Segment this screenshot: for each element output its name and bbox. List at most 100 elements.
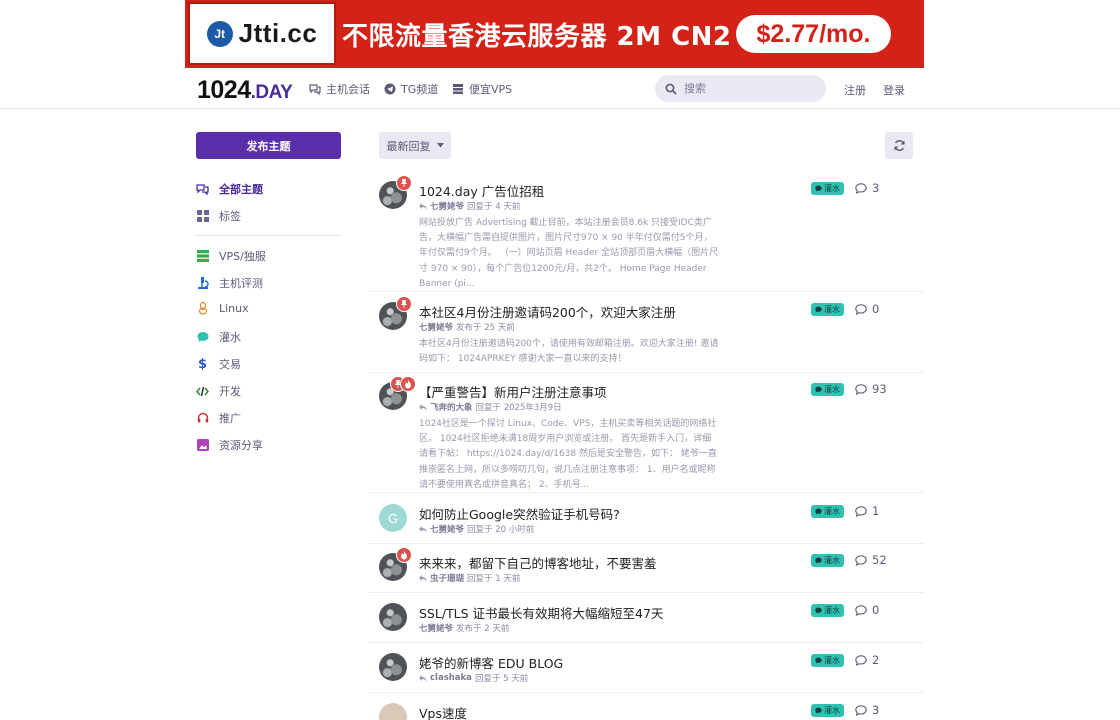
discussion-time: 发布于 2 天前 — [456, 624, 510, 634]
tag-badge[interactable]: 灌水 — [811, 505, 844, 518]
user-avatar[interactable] — [379, 653, 407, 681]
register-button[interactable]: 注册 — [844, 82, 866, 98]
comments-icon — [196, 183, 209, 196]
sidebar-divider — [196, 235, 341, 236]
sidebar-item-label: 主机评测 — [219, 277, 263, 290]
headset-icon — [196, 412, 209, 425]
discussion-item[interactable]: 来来来，都留下自己的博客地址，不要害羞 虫子珊瑚 回复于 1 天前 灌水 52 — [368, 547, 924, 593]
sidebar-item-resources[interactable]: 资源分享 — [196, 437, 263, 453]
sidebar-item-promote[interactable]: 推广 — [196, 410, 241, 426]
tag-badge[interactable]: 灌水 — [811, 654, 844, 667]
discussion-time: 回复于 4 天前 — [467, 202, 521, 212]
refresh-button[interactable] — [885, 132, 913, 159]
discussion-title[interactable]: Vps速度 — [419, 703, 467, 720]
discussion-author[interactable]: 七舅姥爷 — [419, 321, 453, 333]
user-avatar[interactable] — [379, 703, 407, 720]
nav-link-host-chat[interactable]: 主机会话 — [309, 81, 370, 97]
nav-link-label: 便宜VPS — [469, 83, 513, 96]
discussion-author[interactable]: 七舅姥爷 — [430, 523, 464, 535]
discussion-title[interactable]: SSL/TLS 证书最长有效期将大幅缩短至47天 — [419, 603, 663, 622]
discussion-title[interactable]: 如何防止Google突然验证手机号码? — [419, 504, 620, 523]
discussion-meta: 飞奔的大象 回复于 2025年3月9日 — [419, 401, 562, 413]
chat-bubbles-icon — [309, 84, 321, 95]
comment-icon — [855, 383, 867, 395]
ad-banner[interactable]: Jt Jtti.cc 不限流量香港云服务器 2M CN2 $2.77/mo. — [185, 0, 924, 68]
discussion-time: 回复于 1 天前 — [467, 574, 521, 584]
discussion-author[interactable]: 虫子珊瑚 — [430, 572, 464, 584]
discussion-item[interactable]: 1024.day 广告位招租 七舅姥爷 回复于 4 天前 网站投放广告 Adve… — [368, 175, 924, 292]
tag-label: 灌水 — [824, 184, 840, 193]
discussion-meta: 七舅姥爷 发布于 25 天前 — [419, 321, 515, 333]
discussion-author[interactable]: clashaka — [430, 673, 472, 683]
sidebar-item-vps[interactable]: VPS/独服 — [196, 248, 266, 264]
nav-link-cheap-vps[interactable]: 便宜VPS — [452, 81, 512, 97]
discussion-item[interactable]: 【严重警告】新用户注册注意事项 飞奔的大象 回复于 2025年3月9日 1024… — [368, 376, 924, 493]
chat-icon — [196, 331, 209, 344]
user-avatar[interactable]: G — [379, 504, 407, 532]
discussion-meta: clashaka 回复于 5 天前 — [419, 672, 528, 684]
reply-count[interactable]: 3 — [855, 703, 879, 717]
discussion-item[interactable]: SSL/TLS 证书最长有效期将大幅缩短至47天 七舅姥爷 发布于 2 天前 灌… — [368, 603, 924, 643]
sidebar-item-label: 资源分享 — [219, 439, 263, 452]
discussion-item[interactable]: 姥爷的新博客 EDU BLOG clashaka 回复于 5 天前 灌水 2 — [368, 653, 924, 693]
discussion-title[interactable]: 来来来，都留下自己的博客地址，不要害羞 — [419, 553, 657, 572]
discussion-item[interactable]: G 如何防止Google突然验证手机号码? 七舅姥爷 回复于 20 小时前 灌水… — [368, 504, 924, 544]
new-topic-button[interactable]: 发布主题 — [196, 132, 341, 159]
discussion-author[interactable]: 七舅姥爷 — [430, 200, 464, 212]
reply-count[interactable]: 3 — [855, 181, 879, 195]
sidebar-item-dev[interactable]: 开发 — [196, 383, 241, 399]
sidebar-item-tags[interactable]: 标签 — [196, 208, 241, 224]
reply-count-number: 3 — [872, 181, 880, 195]
discussion-title[interactable]: 姥爷的新博客 EDU BLOG — [419, 653, 563, 672]
discussion-author[interactable]: 七舅姥爷 — [419, 622, 453, 634]
discussion-time: 回复于 2025年3月9日 — [475, 403, 562, 413]
search-input[interactable] — [684, 82, 814, 95]
reply-count-number: 93 — [872, 382, 887, 396]
reply-count[interactable]: 52 — [855, 553, 887, 567]
discussion-title[interactable]: 【严重警告】新用户注册注意事项 — [419, 382, 607, 401]
comment-icon — [855, 182, 867, 194]
discussion-time: 回复于 20 小时前 — [467, 525, 535, 535]
tag-badge[interactable]: 灌水 — [811, 303, 844, 316]
server-icon — [196, 250, 209, 263]
tag-badge[interactable]: 灌水 — [811, 383, 844, 396]
jtti-logo-icon: Jt — [206, 20, 233, 47]
discussion-item[interactable]: Vps速度 灌水 3 — [368, 703, 924, 720]
user-avatar[interactable] — [379, 603, 407, 631]
site-logo[interactable]: 1024.DAY — [197, 76, 293, 105]
dollar-icon: $ — [197, 356, 208, 372]
discussion-title[interactable]: 本社区4月份注册邀请码200个，欢迎大家注册 — [419, 302, 676, 321]
telegram-icon — [384, 83, 396, 95]
reply-count[interactable]: 1 — [855, 504, 879, 518]
discussion-title[interactable]: 1024.day 广告位招租 — [419, 181, 544, 200]
tag-badge[interactable]: 灌水 — [811, 604, 844, 617]
image-icon — [196, 439, 209, 452]
code-icon — [196, 385, 209, 398]
discussion-author[interactable]: 飞奔的大象 — [430, 401, 473, 413]
reply-icon — [419, 525, 427, 532]
nav-link-tg-channel[interactable]: TG频道 — [384, 81, 438, 97]
reply-count[interactable]: 2 — [855, 653, 879, 667]
tag-badge[interactable]: 灌水 — [811, 182, 844, 195]
tag-label: 灌水 — [824, 305, 840, 314]
sidebar-item-host-review[interactable]: 主机评测 — [196, 275, 263, 291]
sort-dropdown[interactable]: 最新回复 — [379, 132, 451, 159]
tag-label: 灌水 — [824, 556, 840, 565]
chat-icon — [815, 607, 822, 614]
tag-badge[interactable]: 灌水 — [811, 704, 844, 717]
comment-icon — [855, 554, 867, 566]
reply-count[interactable]: 93 — [855, 382, 887, 396]
tag-badge[interactable]: 灌水 — [811, 554, 844, 567]
sidebar-item-chat[interactable]: 灌水 — [196, 329, 241, 345]
reply-count[interactable]: 0 — [855, 302, 879, 316]
sidebar-item-linux[interactable]: Linux — [196, 302, 249, 315]
discussion-item[interactable]: 本社区4月份注册邀请码200个，欢迎大家注册 七舅姥爷 发布于 25 天前 本社… — [368, 296, 924, 373]
login-button[interactable]: 登录 — [883, 82, 905, 98]
sidebar-item-all-topics[interactable]: 全部主题 — [196, 181, 263, 197]
reply-count-number: 52 — [872, 553, 887, 567]
search-box[interactable] — [655, 75, 826, 102]
reply-count[interactable]: 0 — [855, 603, 879, 617]
sidebar-item-trade[interactable]: $ 交易 — [196, 356, 241, 372]
discussion-meta: 虫子珊瑚 回复于 1 天前 — [419, 572, 520, 584]
discussion-meta: 七舅姥爷 回复于 4 天前 — [419, 200, 520, 212]
